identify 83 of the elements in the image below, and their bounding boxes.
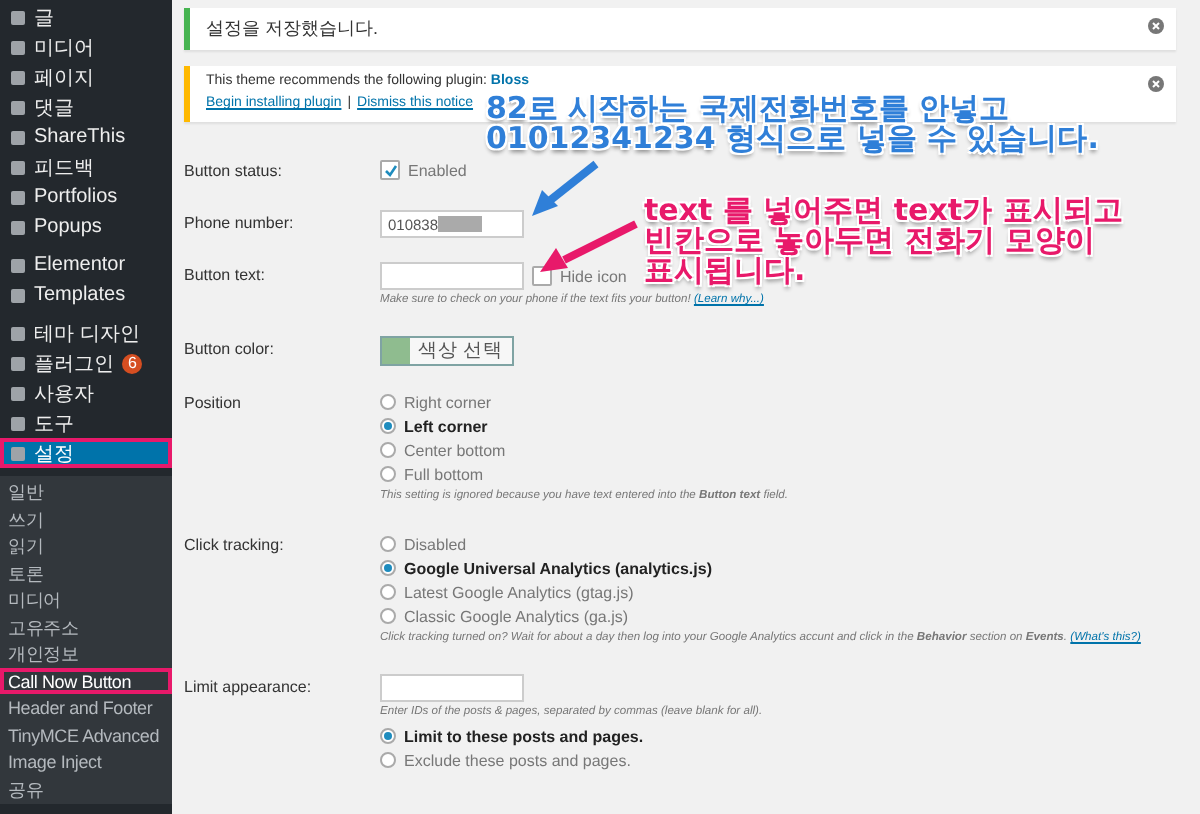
sidebar-item[interactable]: 페이지 <box>0 62 172 92</box>
radio-button[interactable] <box>380 536 396 552</box>
radio-button[interactable] <box>380 752 396 768</box>
submenu-item[interactable]: TinyMCE Advanced <box>0 721 172 748</box>
submenu-item[interactable]: Header and Footer <box>0 694 172 721</box>
submenu-item[interactable]: Image Inject <box>0 748 172 775</box>
radio-button[interactable] <box>380 584 396 600</box>
checkbox-label: Enabled <box>408 161 467 179</box>
checkbox-label: Hide icon <box>560 267 627 285</box>
sidebar-item[interactable]: 사용자 <box>0 378 172 408</box>
square-icon <box>10 129 26 145</box>
submenu-item[interactable]: 고유주소 <box>0 613 172 640</box>
radio-button[interactable] <box>380 418 396 434</box>
submenu-item[interactable]: 개인정보 <box>0 640 172 667</box>
field-label: Position <box>184 392 243 416</box>
radio-label: Full bottom <box>404 465 484 483</box>
sidebar-item[interactable]: 피드백 <box>0 152 172 182</box>
input-field[interactable] <box>380 262 524 290</box>
sidebar-item[interactable]: 글 <box>0 2 172 32</box>
submenu-item[interactable]: Call Now Button <box>0 667 172 694</box>
radio-label: Center bottom <box>404 441 506 459</box>
sidebar-item[interactable]: Popups <box>0 212 172 242</box>
submenu-item[interactable]: 일반 <box>0 478 172 505</box>
radio-label: Classic Google Analytics (ga.js) <box>404 607 629 625</box>
submenu-item[interactable]: 읽기 <box>0 532 172 559</box>
square-icon <box>10 415 26 431</box>
input-field[interactable] <box>380 674 524 702</box>
submenu-item[interactable]: 쓰기 <box>0 505 172 532</box>
close-icon[interactable] <box>1148 76 1164 92</box>
sidebar-item[interactable]: 도구 <box>0 408 172 438</box>
checkbox[interactable] <box>380 160 400 180</box>
sidebar-item[interactable]: Portfolios <box>0 182 172 212</box>
field-label: Button text: <box>184 264 267 288</box>
radio-label: Disabled <box>404 535 467 553</box>
square-icon <box>10 69 26 85</box>
radio-label: Google Universal Analytics (analytics.js) <box>404 559 712 577</box>
sidebar-item[interactable]: ShareThis <box>0 122 172 152</box>
field-label: Click tracking: <box>184 534 286 558</box>
field-label: Phone number: <box>184 212 296 236</box>
sidebar-item[interactable]: 미디어 <box>0 32 172 62</box>
radio-label: Exclude these posts and pages. <box>404 751 631 769</box>
radio-button[interactable] <box>380 394 396 410</box>
radio-label: Limit to these posts and pages. <box>404 727 644 745</box>
submenu-item[interactable]: 공유 <box>0 775 172 802</box>
sidebar-item[interactable]: Elementor <box>0 250 172 280</box>
radio-button[interactable] <box>380 466 396 482</box>
radio-label: Right corner <box>404 393 492 411</box>
square-icon <box>10 257 26 273</box>
arrow <box>540 220 638 272</box>
sidebar-item[interactable]: 댓글 <box>0 92 172 122</box>
square-icon <box>10 99 26 115</box>
update-count-badge: 6 <box>122 353 143 373</box>
square-icon <box>10 9 26 25</box>
submenu-item[interactable]: 미디어 <box>0 586 172 613</box>
sidebar-item[interactable]: 플러그인 6 <box>0 348 172 378</box>
annotation-text: 82로 시작하는 국제전화번호를 안넣고 01012341234 형식으로 넣을 수 있습니다. <box>486 94 1099 154</box>
square-icon <box>10 189 26 205</box>
submenu-item[interactable]: 토론 <box>0 559 172 586</box>
square-icon <box>10 39 26 55</box>
radio-button[interactable] <box>380 608 396 624</box>
radio-button[interactable] <box>380 728 396 744</box>
arrow <box>532 160 599 216</box>
field-label: Limit appearance: <box>184 676 314 700</box>
radio-label: Left corner <box>404 417 488 435</box>
sidebar-item[interactable]: 테마 디자인 <box>0 318 172 348</box>
field-label: Button status: <box>184 160 284 184</box>
square-icon <box>10 355 26 371</box>
field-label: Button color: <box>184 338 276 362</box>
square-icon <box>10 445 26 461</box>
square-icon <box>10 325 26 341</box>
color-picker-button[interactable]: 색상 선택 <box>380 336 514 366</box>
radio-button[interactable] <box>380 442 396 458</box>
sidebar-item[interactable]: Templates <box>0 280 172 310</box>
close-icon[interactable] <box>1148 18 1164 34</box>
radio-label: Latest Google Analytics (gtag.js) <box>404 583 634 601</box>
sidebar-item[interactable]: 설정 <box>0 438 172 468</box>
notice-text: 설정을 저장했습니다. <box>206 18 379 38</box>
square-icon <box>10 219 26 235</box>
square-icon <box>10 287 26 303</box>
radio-button[interactable] <box>380 560 396 576</box>
square-icon <box>10 159 26 175</box>
square-icon <box>10 385 26 401</box>
annotation-text: text 를 넣어주면 text가 표시되고 빈칸으로 놓아두면 전화기 모양이 표시됩니다. <box>644 196 1123 286</box>
